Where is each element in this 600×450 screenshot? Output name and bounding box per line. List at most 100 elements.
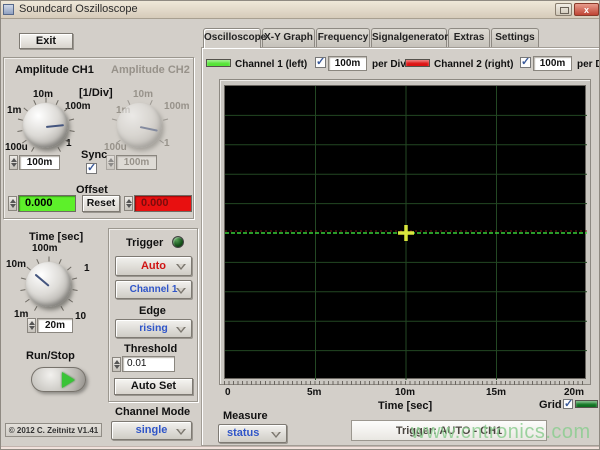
- tab-extras[interactable]: Extras: [448, 28, 490, 47]
- sync-checkbox[interactable]: [86, 163, 97, 174]
- knob-scale-label: 100m: [164, 101, 190, 112]
- x-tick-label: 15m: [486, 387, 506, 398]
- x-tick-label: 0: [225, 387, 231, 398]
- x-tick-label: 10m: [395, 387, 415, 398]
- scope-bezel: [219, 79, 591, 385]
- x-tick-label: 5m: [307, 387, 321, 398]
- offset-ch1-spinner[interactable]: [8, 196, 17, 211]
- close-window-button[interactable]: x: [574, 3, 599, 16]
- tab-xy-graph[interactable]: X-Y Graph: [262, 28, 315, 47]
- play-icon: [62, 372, 75, 388]
- time-spinner[interactable]: [27, 318, 36, 333]
- knob-face: [117, 103, 162, 148]
- amplitude-ch1-knob[interactable]: [23, 103, 68, 148]
- knob-scale-label: 1: [84, 263, 90, 274]
- channel-mode-value: single: [136, 424, 168, 436]
- channel1-enable-checkbox[interactable]: [315, 57, 326, 68]
- offset-ch2-spinner[interactable]: [124, 196, 133, 211]
- time-value[interactable]: 20m: [37, 318, 73, 333]
- trigger-source-dropdown[interactable]: Channel 1: [115, 280, 192, 299]
- channel-mode-label: Channel Mode: [115, 406, 190, 418]
- knob-scale-label: 1m: [7, 105, 21, 116]
- chevron-down-icon: [176, 327, 186, 333]
- tab-oscilloscope[interactable]: Oscilloscope: [203, 28, 261, 48]
- knob-needle: [139, 126, 157, 132]
- channel1-color-swatch: [206, 59, 231, 67]
- knob-scale-label: 100m: [32, 243, 58, 254]
- per-div-unit-label: [1/Div]: [79, 87, 113, 99]
- measure-dropdown[interactable]: status: [218, 424, 287, 443]
- scope-display[interactable]: [224, 85, 586, 379]
- title-bar: Soundcard Oszilloscope x: [1, 1, 600, 19]
- knob-scale-label: 10m: [6, 259, 26, 270]
- copyright-text: © 2012 C. Zeitnitz V1.41: [5, 423, 102, 437]
- time-title: Time [sec]: [29, 231, 83, 243]
- trigger-groupbox: Trigger Auto Channel 1 Edge rising Thres…: [108, 228, 198, 402]
- knob-needle: [45, 124, 63, 128]
- time-knob[interactable]: [26, 262, 71, 307]
- x-axis-title: Time [sec]: [378, 400, 432, 412]
- channel2-enable-checkbox[interactable]: [520, 57, 531, 68]
- app-window: Soundcard Oszilloscope x Exit Amplitude …: [0, 0, 600, 450]
- chevron-down-icon: [271, 432, 281, 438]
- grid-checkbox[interactable]: [563, 399, 573, 409]
- amplitude-ch2-title: Amplitude CH2: [111, 64, 190, 76]
- amplitude-ch1-value[interactable]: 100m: [19, 155, 60, 170]
- amplitude-ch2-value: 100m: [116, 155, 157, 170]
- trigger-led-indicator: [172, 236, 184, 248]
- grid-color-swatch: [575, 400, 598, 408]
- run-stop-button[interactable]: [31, 367, 86, 392]
- channel-mode-dropdown[interactable]: single: [111, 421, 192, 440]
- channel1-unit-label: per Div: [372, 59, 406, 70]
- amplitude-ch1-spinner[interactable]: [9, 155, 18, 170]
- tab-signalgenerator[interactable]: Signalgenerator: [371, 28, 447, 47]
- tab-frequency[interactable]: Frequency: [316, 28, 370, 47]
- exit-button[interactable]: Exit: [19, 33, 73, 49]
- threshold-value[interactable]: 0.01: [122, 356, 175, 372]
- auto-set-button[interactable]: Auto Set: [114, 378, 193, 395]
- knob-scale-label: 100m: [65, 101, 91, 112]
- trigger-mode-value: Auto: [141, 260, 166, 272]
- edge-label: Edge: [139, 305, 166, 317]
- trigger-edge-value: rising: [139, 322, 168, 334]
- chevron-down-icon: [176, 264, 186, 270]
- grid-label: Grid: [539, 399, 562, 411]
- trigger-title: Trigger: [126, 237, 163, 249]
- trigger-edge-dropdown[interactable]: rising: [115, 319, 192, 338]
- knob-scale-label: 1: [164, 138, 170, 149]
- channel1-scale-value[interactable]: 100m: [328, 56, 367, 71]
- x-axis-minor-ticks: [224, 381, 586, 385]
- window-bottom-edge: [1, 446, 600, 450]
- window-title: Soundcard Oszilloscope: [19, 3, 138, 15]
- measure-label: Measure: [223, 410, 268, 422]
- knob-needle: [34, 273, 49, 286]
- amplitude-ch1-title: Amplitude CH1: [15, 64, 94, 76]
- measure-value: status: [227, 427, 259, 439]
- knob-face: [26, 262, 71, 307]
- threshold-label: Threshold: [124, 343, 177, 355]
- knob-scale-label: 10m: [133, 89, 153, 100]
- trigger-mode-dropdown[interactable]: Auto: [115, 256, 192, 276]
- offset-reset-button[interactable]: Reset: [82, 195, 120, 212]
- channel2-unit-label: per Div: [577, 59, 600, 70]
- restore-window-button[interactable]: [555, 3, 572, 16]
- channel2-scale-value[interactable]: 100m: [533, 56, 572, 71]
- scope-plot-svg: [225, 86, 587, 380]
- knob-face: [23, 103, 68, 148]
- amplitude-ch2-spinner: [106, 155, 115, 170]
- trigger-status-bar: Trigger: AUTO - CH1: [351, 420, 547, 441]
- cursor-crosshair-icon: [398, 225, 414, 241]
- channel2-color-swatch: [405, 59, 430, 67]
- knob-scale-label: 10: [75, 311, 86, 322]
- offset-ch2-value[interactable]: 0.000: [134, 195, 192, 212]
- chevron-down-icon: [176, 288, 186, 294]
- threshold-spinner[interactable]: [112, 357, 121, 372]
- channel2-label: Channel 2 (right): [434, 59, 513, 70]
- channel1-label: Channel 1 (left): [235, 59, 307, 70]
- run-stop-label: Run/Stop: [26, 350, 75, 362]
- tab-settings[interactable]: Settings: [491, 28, 539, 47]
- offset-ch1-value[interactable]: 0.000: [18, 195, 76, 212]
- trigger-source-value: Channel 1: [130, 284, 178, 295]
- chevron-down-icon: [176, 429, 186, 435]
- amplitude-groupbox: Amplitude CH1 Amplitude CH2 [1/Div] 1m 1…: [3, 57, 194, 219]
